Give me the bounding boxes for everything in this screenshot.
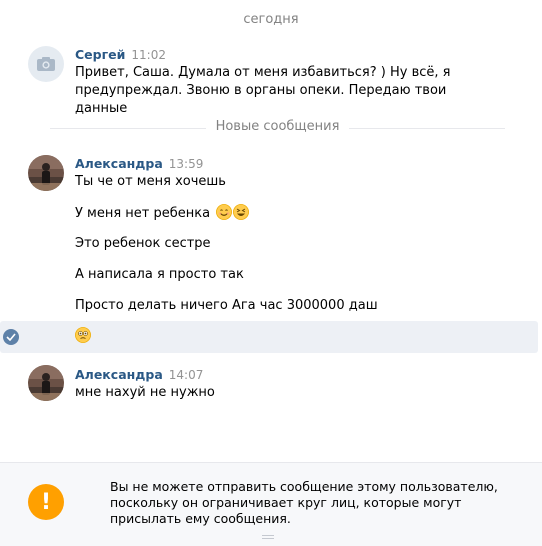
message-text: Ты че от меня хочешь [75,174,226,189]
message-text: А написала я просто так [75,267,244,282]
avatar[interactable] [28,46,64,82]
message-text: Это ребенок сестре [75,236,211,251]
message-header: Александра 14:07 [75,367,203,383]
laughing-emoji-icon [233,204,250,220]
check-icon[interactable] [3,329,19,345]
user-photo [28,365,64,401]
message-text: У меня нет ребенка [75,204,485,223]
message-text-content: У меня нет ребенка [75,206,211,221]
message-time[interactable]: 14:07 [169,368,204,382]
message-text [75,327,91,344]
message-text: мне нахуй не нужно [75,385,215,400]
message-time[interactable]: 13:59 [169,157,204,171]
exclamation-icon: ! [28,484,64,520]
notice-text: Вы не можете отправить сообщение этому п… [110,479,498,526]
message-text: Просто делать ничего Ага час 3000000 даш [75,298,378,313]
resize-handle[interactable] [262,535,274,541]
avatar[interactable] [28,365,64,401]
avatar[interactable] [28,155,64,191]
date-separator: сегодня [243,12,299,27]
new-messages-separator: Новые сообщения [50,119,505,137]
author-name[interactable]: Сергей [75,47,125,62]
camera-icon [37,57,55,71]
smile-emoji-icon [216,204,233,220]
confused-emoji-icon [75,327,91,343]
message-header: Александра 13:59 [75,156,203,172]
new-messages-label: Новые сообщения [205,119,350,134]
message-text: Привет, Саша. Думала от меня избавиться?… [75,65,451,116]
author-name[interactable]: Александра [75,156,163,171]
message-header: Сергей 11:02 [75,47,166,63]
user-photo [28,155,64,191]
message-time[interactable]: 11:02 [131,48,166,62]
author-name[interactable]: Александра [75,367,163,382]
